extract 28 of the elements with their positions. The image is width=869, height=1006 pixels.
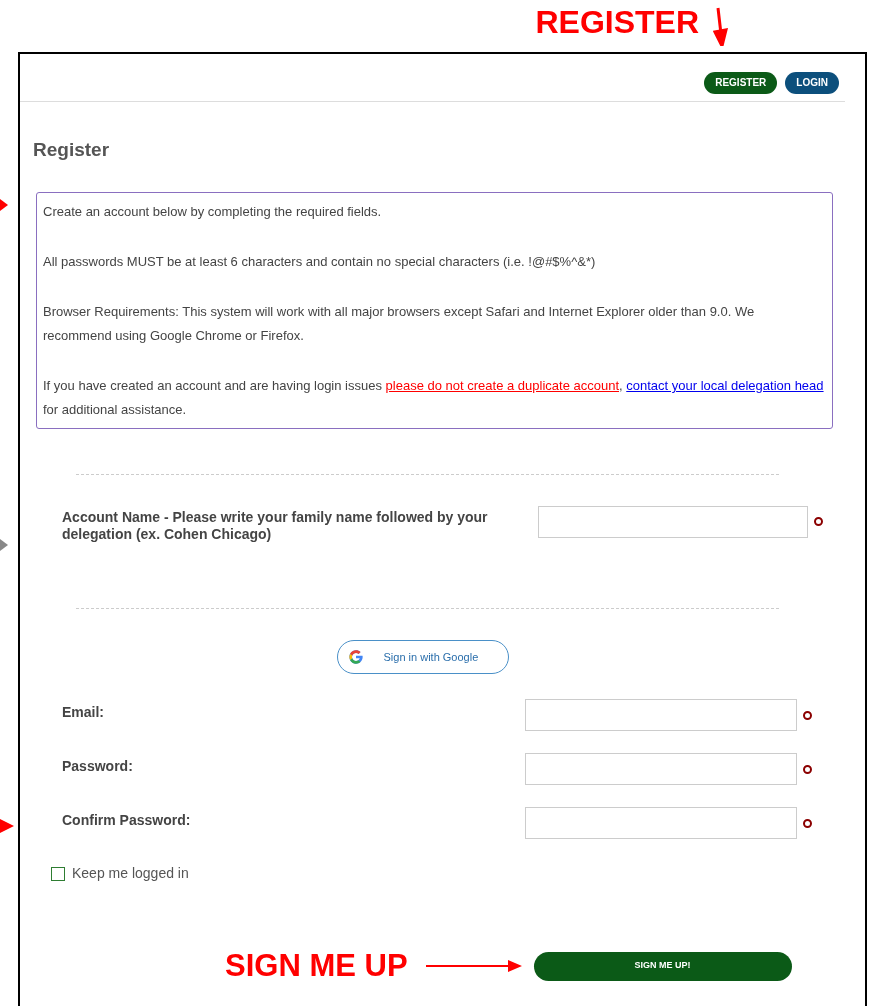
sign-up-button[interactable]: SIGN ME UP! (533, 951, 792, 981)
checkbox[interactable] (51, 866, 65, 881)
google-g-icon (347, 649, 364, 665)
annotation-arrow-icon (713, 6, 729, 46)
info-paragraph: If you have created an account and are having login issues please do not create a duplicate account, contact your local delegation head for additional assistance. (43, 377, 825, 419)
checkbox-label: Keep me logged in (72, 864, 189, 883)
field-label: Email: (62, 703, 105, 721)
contact-delegation-link[interactable]: contact your local delegation head (626, 378, 824, 393)
annotation-arrowhead-icon (0, 199, 8, 211)
field-label: Account Name - Please write your family name followed by your delegation (ex. Cohen Chicago) (62, 508, 489, 543)
info-paragraph: Browser Requirements: This system will work with all major browsers except Safari and Internet Explorer older than 9.0. We recommend using Google Chrome or Firefox. (43, 303, 756, 345)
text-input-field[interactable] (525, 807, 797, 839)
info-paragraph: All passwords MUST be at least 6 characters and contain no special characters (i.e. !@#$%^&*) (43, 253, 597, 271)
page-title: Register (33, 138, 111, 162)
annotation-label: SIGN ME UP (225, 948, 408, 984)
annotation-arrowhead-icon (0, 819, 14, 833)
text-input-field[interactable] (525, 753, 797, 785)
text-input-field[interactable] (525, 699, 797, 731)
header-button[interactable]: LOGIN (785, 71, 839, 94)
annotation-label: REGISTER (535, 3, 699, 42)
field-label: Password: (62, 757, 134, 775)
field-label: Confirm Password: (62, 811, 192, 829)
header-button[interactable]: REGISTER (704, 71, 778, 94)
info-paragraph: Create an account below by completing the required fields. (43, 203, 383, 221)
annotation-arrowhead-icon (0, 539, 8, 551)
annotation-arrow-icon (425, 959, 522, 973)
duplicate-account-warning-link[interactable]: please do not create a duplicate account (385, 378, 619, 393)
account-name-field[interactable] (538, 506, 808, 538)
